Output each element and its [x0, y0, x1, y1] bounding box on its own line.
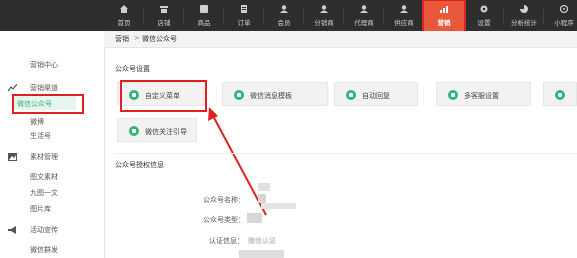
nav-item-agent[interactable]: 代理商 [344, 0, 384, 31]
sidebar-item-article-material[interactable]: 图文素材 [30, 172, 58, 182]
auth-section-title: 公众号授权信息 [115, 161, 164, 169]
breadcrumb-root[interactable]: 营销 [115, 34, 129, 44]
member-icon [280, 5, 288, 13]
highlight-box-custom-menu [120, 80, 207, 112]
gear-icon [480, 5, 488, 13]
nav-item-member[interactable]: 会员 [264, 0, 304, 31]
sidebar-item-nine-grid[interactable]: 九图一文 [30, 188, 58, 198]
breadcrumb-separator: > [134, 34, 140, 42]
nav-item-goods[interactable]: 商品 [184, 0, 224, 31]
nav-item-mini-program[interactable]: 小程序 [544, 0, 577, 31]
sidebar: 营销中心 营销渠道 微信公众号 微博 生活号 素材管理 图文素材 九图一文 图片… [0, 31, 105, 258]
home-icon [120, 5, 128, 13]
nav-item-marketing[interactable]: 营销 [422, 0, 466, 33]
nav-item-supplier[interactable]: 供应商 [384, 0, 424, 31]
certification-value: 微信认证 [248, 237, 276, 245]
main-nav: 首页 店铺 商品 订单 会员 分销商 代理商 供应商 营销 设置 分析统计 小程… [104, 0, 577, 33]
sidebar-item-marketing-center[interactable]: 营销中心 [30, 60, 58, 70]
blur-patch [258, 183, 270, 191]
sidebar-group-activity: 活动宣传 [30, 226, 58, 234]
multi-service-card[interactable]: 多客服设置 [436, 82, 531, 106]
top-navigation-bar: 首页 店铺 商品 订单 会员 分销商 代理商 供应商 营销 设置 分析统计 小程… [0, 0, 577, 33]
order-icon [241, 5, 247, 13]
sidebar-group-material: 素材管理 [30, 153, 58, 161]
sidebar-item-wechat-mass[interactable]: 微信群发 [30, 245, 58, 255]
nav-item-order[interactable]: 订单 [224, 0, 264, 31]
store-icon [160, 6, 168, 13]
sidebar-item-gallery[interactable]: 图片库 [30, 204, 51, 214]
sidebar-item-weibo[interactable]: 微博 [30, 117, 44, 127]
highlight-box-sidebar [12, 94, 84, 114]
blur-patch [239, 250, 284, 258]
account-type-blurred [247, 213, 262, 223]
image-icon [8, 153, 17, 161]
agent-icon [360, 5, 368, 13]
auto-reply-card[interactable]: 自动回复 [334, 82, 418, 106]
settings-section-title: 公众号设置 [115, 65, 150, 73]
follow-guide-card[interactable]: 微信关注引导 [117, 118, 197, 142]
template-icon [234, 90, 244, 100]
chart-icon [520, 5, 528, 13]
nav-item-home[interactable]: 首页 [104, 0, 144, 31]
breadcrumb: 营销 > 微信公众号 [104, 31, 577, 48]
mini-program-icon [560, 5, 568, 13]
distributor-icon [320, 5, 328, 13]
nav-item-settings[interactable]: 设置 [464, 0, 504, 31]
section-divider [114, 153, 577, 154]
nav-item-analytics[interactable]: 分析统计 [504, 0, 544, 31]
account-type-label: 公众号类型： [203, 216, 245, 224]
account-name-blurred [258, 194, 266, 203]
extra-card[interactable] [543, 82, 577, 106]
marketing-icon [440, 6, 448, 13]
sidebar-group-channel: 营销渠道 [30, 84, 58, 92]
reply-icon [346, 90, 356, 100]
headset-icon [448, 90, 458, 100]
logo-area [0, 0, 104, 31]
sidebar-item-life-account[interactable]: 生活号 [30, 131, 51, 141]
goods-icon [200, 5, 208, 13]
follow-guide-icon [129, 126, 139, 136]
channel-icon [8, 84, 17, 92]
blur-patch [261, 203, 296, 209]
nav-item-store[interactable]: 店铺 [144, 0, 184, 31]
message-template-card[interactable]: 微信消息模板 [222, 82, 328, 106]
megaphone-icon [8, 226, 16, 234]
certification-label: 认证信息： [209, 237, 244, 245]
account-name-label: 公众号名称： [203, 196, 245, 204]
nav-item-distributor[interactable]: 分销商 [304, 0, 344, 31]
supplier-icon [400, 5, 408, 13]
breadcrumb-current: 微信公众号 [142, 35, 177, 43]
extra-icon [555, 90, 565, 100]
